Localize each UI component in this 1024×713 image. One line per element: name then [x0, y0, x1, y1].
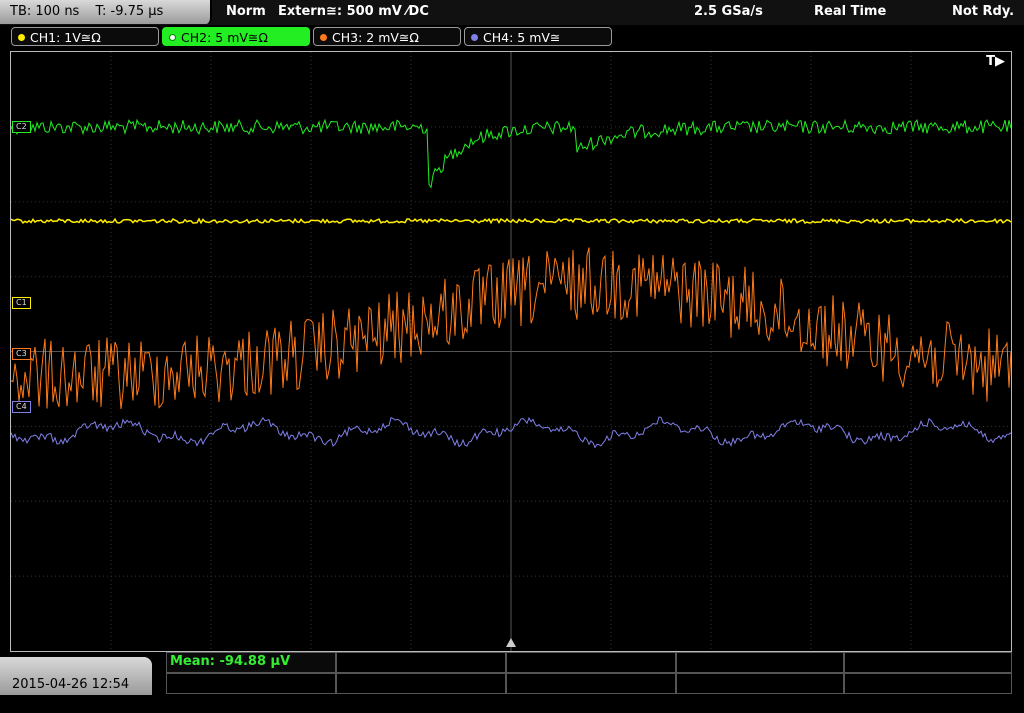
trigger-position-flag[interactable]: T▶ — [986, 54, 1005, 69]
acquisition-state: Not Rdy. — [952, 4, 1015, 19]
ch4-color-dot — [471, 34, 478, 41]
tab-ch3[interactable]: CH3: 2 mV≅Ω — [313, 27, 461, 46]
measurement-cell — [844, 673, 1012, 694]
acquisition-mode[interactable]: Real Time — [814, 0, 886, 24]
date-time-panel: 2015-04-26 12:54 — [0, 657, 152, 695]
trigger-source[interactable]: Extern≅: 500 mV ⁄DC — [278, 0, 429, 24]
ch4-offset-marker[interactable]: C4 — [12, 401, 31, 413]
ch4-label: CH4: 5 mV≅ — [483, 30, 561, 45]
trigger-mode[interactable]: Norm — [226, 0, 266, 24]
ch1-label: CH1: 1V≅Ω — [30, 30, 101, 45]
ch2-label: CH2: 5 mV≅Ω — [181, 30, 268, 45]
tab-ch1[interactable]: CH1: 1V≅Ω — [11, 27, 159, 46]
timebase-panel[interactable]: TB: 100 ns T: -9.75 µs — [0, 0, 212, 24]
ch1-color-dot — [18, 34, 25, 41]
trigger-time-value: T: -9.75 µs — [95, 4, 164, 19]
measurement-cell — [336, 652, 506, 673]
measurement-panel[interactable] — [166, 652, 1012, 695]
measurement-cell — [676, 652, 844, 673]
status-bar: TB: 100 ns T: -9.75 µs Norm Extern≅: 500… — [0, 0, 1024, 25]
measurement-cell — [166, 673, 336, 694]
measurement-cell — [506, 673, 676, 694]
mean-measurement: Mean: -94.88 µV — [170, 654, 291, 669]
trigger-position-arrow-icon — [506, 638, 516, 647]
tab-ch2[interactable]: CH2: 5 mV≅Ω — [162, 27, 310, 46]
waveform-canvas — [11, 52, 1011, 651]
measurement-cell — [676, 673, 844, 694]
ch2-color-dot — [169, 34, 176, 41]
measurement-cell — [844, 652, 1012, 673]
tab-ch4[interactable]: CH4: 5 mV≅ — [464, 27, 612, 46]
timebase-value: TB: 100 ns — [10, 4, 80, 19]
ch1-offset-marker[interactable]: C1 — [12, 297, 31, 309]
ch2-offset-marker[interactable]: C2 — [12, 121, 31, 133]
ch3-label: CH3: 2 mV≅Ω — [332, 30, 419, 45]
sample-rate: 2.5 GSa/s — [694, 4, 763, 19]
waveform-display[interactable]: T▶ C2 C1 C3 C4 — [10, 51, 1012, 652]
measurement-cell — [506, 652, 676, 673]
ch3-offset-marker[interactable]: C3 — [12, 348, 31, 360]
date-time: 2015-04-26 12:54 — [12, 677, 130, 692]
channel-tab-row: CH1: 1V≅Ω CH2: 5 mV≅Ω CH3: 2 mV≅Ω CH4: 5… — [0, 25, 1024, 49]
measurement-cell — [336, 673, 506, 694]
ch3-color-dot — [320, 34, 327, 41]
